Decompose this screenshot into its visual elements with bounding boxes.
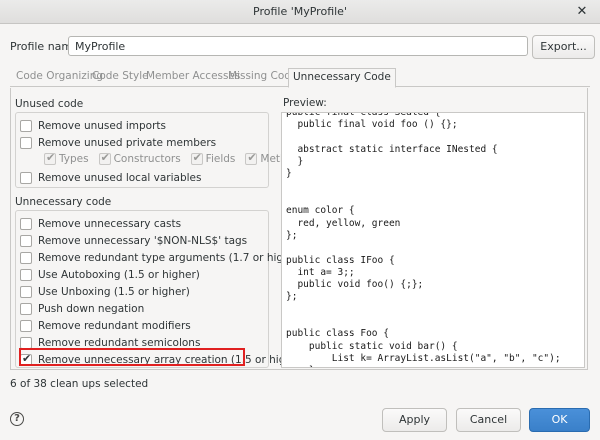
preview-code: public final class Sealed { public final… [286,112,561,367]
option-label: Use Unboxing (1.5 or higher) [38,286,190,298]
close-icon[interactable]: ✕ [574,4,590,20]
preview-pane[interactable]: public final class Sealed { public final… [281,112,585,368]
window-title: Profile 'MyProfile' [253,5,347,18]
unnecessary-code-group: Remove unnecessary casts Remove unnecess… [15,210,307,368]
fields-option[interactable]: Fields [190,151,236,165]
tab-unnecessary-code[interactable]: Unnecessary Code [288,68,396,88]
status-text: 6 of 38 clean ups selected [10,378,149,390]
remove-redundant-modifiers[interactable]: Remove redundant modifiers [20,318,191,334]
remove-unused-imports[interactable]: Remove unused imports [20,118,166,134]
checkbox[interactable] [44,151,56,165]
checkbox[interactable] [245,151,258,165]
checkbox[interactable] [20,269,32,281]
remove-unnecessary-nls-tags[interactable]: Remove unnecessary '$NON-NLS$' tags [20,233,247,249]
option-label: Fields [205,153,236,165]
remove-unused-private-members[interactable]: Remove unused private members [20,135,216,151]
remove-unused-local-variables[interactable]: Remove unused local variables [20,170,201,186]
highlight-box [19,348,245,366]
unused-code-group: Remove unused imports Remove unused priv… [15,112,305,188]
unused-code-title: Unused code [15,98,84,110]
option-label: Push down negation [38,303,145,315]
unnecessary-code-title: Unnecessary code [15,196,112,208]
private-members-sub-options: Types Constructors Fields Methods [44,151,305,165]
remove-redundant-type-arguments[interactable]: Remove redundant type arguments (1.7 or … [20,250,305,266]
preview-column: Preview: public final class Sealed { pub… [279,94,585,368]
checkbox[interactable] [20,320,32,332]
option-label: Use Autoboxing (1.5 or higher) [38,269,200,281]
checkbox[interactable] [20,286,32,298]
apply-button[interactable]: Apply [382,408,447,432]
ok-button[interactable]: OK [529,408,590,432]
profile-row: Profile name: Export... [10,35,595,59]
checkbox[interactable] [20,218,32,230]
option-label: Remove unnecessary '$NON-NLS$' tags [38,235,248,247]
help-icon[interactable]: ? [10,412,24,426]
option-label: Remove unnecessary casts [38,218,182,230]
preview-label: Preview: [283,97,327,109]
title-bar: Profile 'MyProfile' ✕ [0,0,600,24]
checkbox[interactable] [20,137,32,149]
tab-bar: Code Organizing Code Style Member Access… [10,68,590,88]
checkbox[interactable] [20,235,32,247]
use-unboxing[interactable]: Use Unboxing (1.5 or higher) [20,284,190,300]
use-autoboxing[interactable]: Use Autoboxing (1.5 or higher) [20,267,200,283]
profile-name-input[interactable] [68,36,528,56]
constructors-option[interactable]: Constructors [98,151,181,165]
checkbox[interactable] [190,151,203,165]
option-label: Remove unused private members [38,137,217,149]
option-label: Remove redundant modifiers [38,320,191,332]
checkbox[interactable] [20,252,32,264]
option-label: Constructors [113,153,181,165]
types-option[interactable]: Types [44,151,89,165]
export-button[interactable]: Export... [532,35,595,59]
checkbox[interactable] [98,151,111,165]
option-label: Remove unused imports [38,120,166,132]
checkbox[interactable] [20,172,32,184]
checkbox[interactable] [20,303,32,315]
options-column: Unused code Remove unused imports Remove… [15,94,307,368]
option-label: Types [59,153,89,165]
cancel-button[interactable]: Cancel [456,408,521,432]
checkbox[interactable] [20,120,32,132]
option-label: Remove redundant type arguments (1.7 or … [38,252,305,264]
push-down-negation[interactable]: Push down negation [20,301,144,317]
option-label: Remove unused local variables [38,172,202,184]
remove-unnecessary-casts[interactable]: Remove unnecessary casts [20,216,181,232]
tab-panel: Unused code Remove unused imports Remove… [10,88,588,370]
